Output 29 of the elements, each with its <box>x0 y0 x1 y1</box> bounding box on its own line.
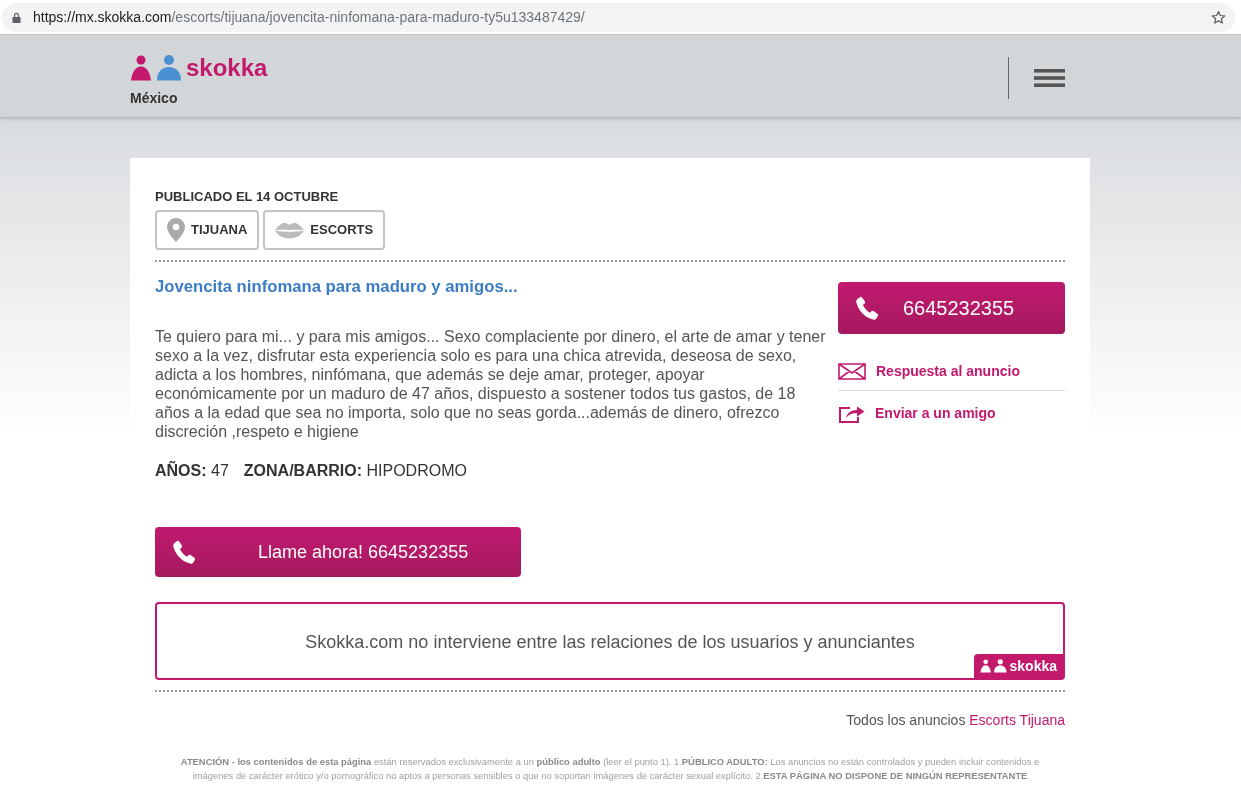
phone-button[interactable]: 6645232355 <box>838 282 1065 334</box>
category-link[interactable]: Escorts Tijuana <box>969 712 1065 728</box>
share-link[interactable]: Enviar a un amigo <box>838 400 996 426</box>
envelope-icon <box>838 362 866 380</box>
disclaimer-text: Skokka.com no interviene entre las relaciones de los usuarios y anunciantes <box>305 631 915 653</box>
logo-icon <box>130 55 182 81</box>
location-tag[interactable]: TIJUANA <box>155 210 260 250</box>
lock-icon <box>12 11 21 23</box>
logo-icon <box>979 659 1007 673</box>
lips-icon <box>275 221 305 239</box>
phone-icon <box>855 295 879 321</box>
url-field[interactable]: https://mx.skokka.com/escorts/tijuana/jovencita-ninfomana-para-maduro-ty5u133487429/ <box>2 2 1235 32</box>
detail-text: AÑOS: 47 <box>155 461 229 481</box>
all-ads-text: Todos los anuncios Escorts Tijuana <box>846 712 1065 728</box>
ad-title: Jovencita ninfomana para maduro y amigos... <box>155 277 518 297</box>
country-label: México <box>130 89 178 107</box>
phone-icon <box>172 539 196 565</box>
category-tag[interactable]: ESCORTS <box>263 210 386 250</box>
adult-notice: ATENCIÓN - los contenidos de esta página están reservados exclusivamente a un público adulto (leer el punto 1). 1.PÚBLICO ADULTO: Los anuncios no están controlados y pueden incluir contenidos e imágenes de carácter erótico y/o pornográfico no aptos a personas sensibles o que no soportan imágenes de carácter sexual explícito. 2.ESTA PÁGINA NO DISPONE DE NINGÚN REPRESENTANTE <box>179 755 1041 783</box>
star-icon[interactable] <box>1211 9 1226 25</box>
detail-text: ZONA/BARRIO: HIPODROMO <box>243 461 467 481</box>
published-date: PUBLICADO EL 14 OCTUBRE <box>155 189 339 205</box>
ad-description: Te quiero para mi... y para mis amigos... Sexo complaciente por dinero, el arte de amar y tener sexo a la vez, disfrutar esta experiencia solo es para una chica atrevida, deseosa de sexo, adicta a los hombres, ninfómana, que además se deje amar, proteger, apoyar económicamente por un maduro de 47 años, dispuesto a sostener todos tus gastos, de 18 años a la edad que sea no importa, solo que no seas gorda...además de dinero, ofrezco discreción ,respeto e higiene <box>155 327 827 441</box>
reply-link[interactable]: Respuesta al anuncio <box>838 358 1020 384</box>
badge-text: skokka <box>1009 658 1057 674</box>
map-pin-icon <box>167 218 185 242</box>
logo-text: skokka <box>186 54 268 82</box>
call-now-button[interactable]: Llame ahora! 6645232355 <box>155 527 521 577</box>
menu-icon[interactable] <box>1034 69 1065 87</box>
